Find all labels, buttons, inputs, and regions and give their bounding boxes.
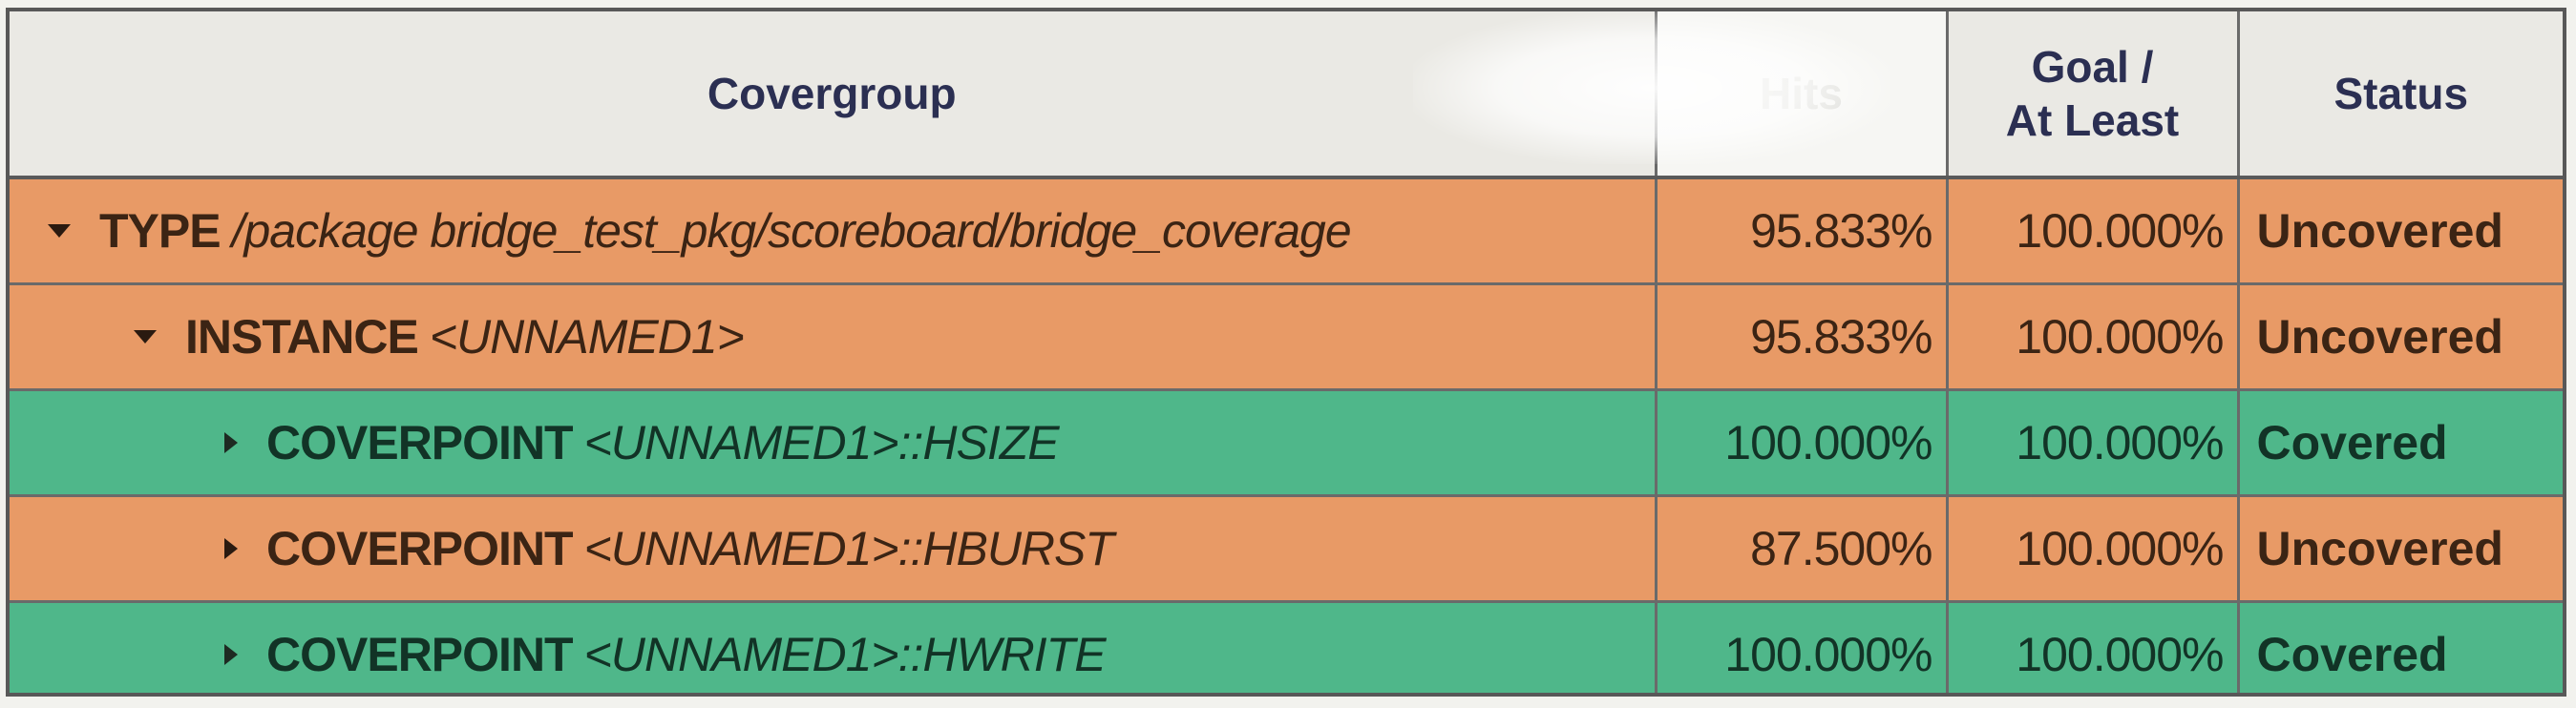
status-cell: Uncovered — [2238, 283, 2563, 391]
table-row[interactable]: INSTANCE <UNNAMED1> 95.833% 100.000% Unco… — [10, 283, 2563, 391]
row-kind: INSTANCE — [185, 310, 419, 364]
row-path: <UNNAMED1> — [429, 310, 745, 364]
hits-cell: 100.000% — [1656, 601, 1949, 693]
column-header-status[interactable]: Status — [2238, 11, 2563, 179]
status-cell: Covered — [2238, 389, 2563, 497]
covergroup-cell: COVERPOINT <UNNAMED1>::HWRITE — [10, 601, 1658, 693]
goal-cell: 100.000% — [1947, 389, 2240, 497]
row-path: <UNNAMED1>::HSIZE — [583, 416, 1060, 469]
goal-cell: 100.000% — [1947, 283, 2240, 391]
caret-down-icon[interactable] — [48, 223, 71, 238]
covergroup-cell: TYPE/package bridge_test_pkg/scoreboard/… — [10, 177, 1658, 285]
covergroup-table: Covergroup Hits Goal / At Least Status T… — [10, 11, 2563, 693]
row-kind: COVERPOINT — [266, 522, 574, 575]
goal-cell: 100.000% — [1947, 495, 2240, 603]
row-path: <UNNAMED1>::HBURST — [583, 522, 1114, 575]
table-row[interactable]: COVERPOINT <UNNAMED1>::HBURST 87.500% 100… — [10, 495, 2563, 603]
goal-header-line1: Goal / — [2031, 42, 2154, 92]
status-cell: Covered — [2238, 601, 2563, 693]
covergroup-cell: COVERPOINT <UNNAMED1>::HSIZE — [10, 389, 1658, 497]
caret-down-icon[interactable] — [134, 329, 157, 344]
column-header-hits[interactable]: Hits — [1656, 11, 1949, 179]
hits-cell: 100.000% — [1656, 389, 1949, 497]
goal-cell: 100.000% — [1947, 177, 2240, 285]
coverage-report-panel: Covergroup Hits Goal / At Least Status T… — [6, 8, 2566, 697]
column-header-goal[interactable]: Goal / At Least — [1947, 11, 2240, 179]
caret-right-icon[interactable] — [224, 537, 238, 559]
row-path: /package bridge_test_pkg/scoreboard/brid… — [231, 204, 1352, 258]
status-cell: Uncovered — [2238, 177, 2563, 285]
row-kind: COVERPOINT — [266, 416, 574, 469]
hits-cell: 95.833% — [1656, 177, 1949, 285]
table-row[interactable]: TYPE/package bridge_test_pkg/scoreboard/… — [10, 177, 2563, 285]
table-row[interactable]: COVERPOINT <UNNAMED1>::HSIZE 100.000% 100… — [10, 389, 2563, 497]
covergroup-cell: INSTANCE <UNNAMED1> — [10, 283, 1658, 391]
covergroup-cell: COVERPOINT <UNNAMED1>::HBURST — [10, 495, 1658, 603]
hits-cell: 87.500% — [1656, 495, 1949, 603]
hits-cell: 95.833% — [1656, 283, 1949, 391]
caret-right-icon[interactable] — [224, 431, 238, 453]
table-header-row: Covergroup Hits Goal / At Least Status — [10, 11, 2563, 179]
row-path: <UNNAMED1>::HWRITE — [583, 628, 1107, 681]
row-kind: COVERPOINT — [266, 628, 574, 681]
row-kind: TYPE — [99, 204, 222, 258]
goal-cell: 100.000% — [1947, 601, 2240, 693]
goal-header-line2: At Least — [2005, 95, 2180, 145]
caret-right-icon[interactable] — [224, 643, 238, 665]
table-row[interactable]: COVERPOINT <UNNAMED1>::HWRITE 100.000% 10… — [10, 601, 2563, 693]
column-header-covergroup[interactable]: Covergroup — [10, 11, 1658, 179]
status-cell: Uncovered — [2238, 495, 2563, 603]
